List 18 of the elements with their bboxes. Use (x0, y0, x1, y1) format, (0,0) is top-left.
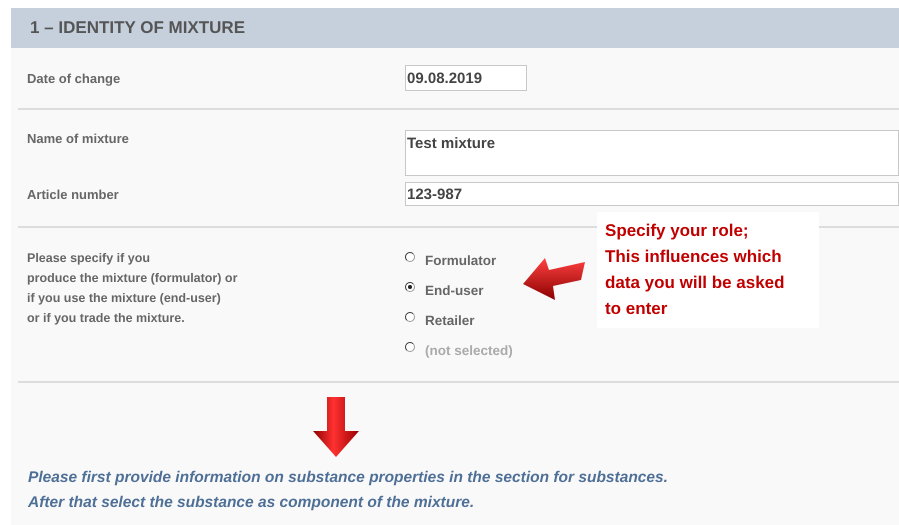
role-option[interactable]: End-user (405, 280, 513, 300)
role-question: Please specify if you produce the mixture (formulator) or if you use the mixture (end-user) or if you trade the mixture. (27, 250, 238, 327)
article-number-field[interactable]: 123-987 (405, 182, 899, 206)
callout-text: Specify your role; This influences which data you will be asked to enter (597, 212, 819, 328)
field-label: Name of mixture (27, 130, 130, 148)
date-field[interactable]: 09.08.2019 (405, 65, 527, 91)
info-note: Please first provide information on substance properties in the section for substances. After that select the substance as component of the mixture. (28, 468, 669, 513)
role-option[interactable]: Formulator (405, 250, 513, 270)
radio-button[interactable] (405, 282, 415, 292)
role-option[interactable]: Retailer (405, 310, 513, 330)
radio-button[interactable] (405, 312, 415, 322)
down-arrow-icon (313, 397, 359, 457)
field-label: Article number (27, 186, 120, 204)
name-field[interactable]: Test mixture (405, 130, 899, 176)
radio-button[interactable] (405, 252, 415, 262)
field-label: Date of change (27, 70, 122, 86)
radio-button[interactable] (405, 342, 415, 352)
section-title: 1 – IDENTITY OF MIXTURE (30, 18, 246, 38)
